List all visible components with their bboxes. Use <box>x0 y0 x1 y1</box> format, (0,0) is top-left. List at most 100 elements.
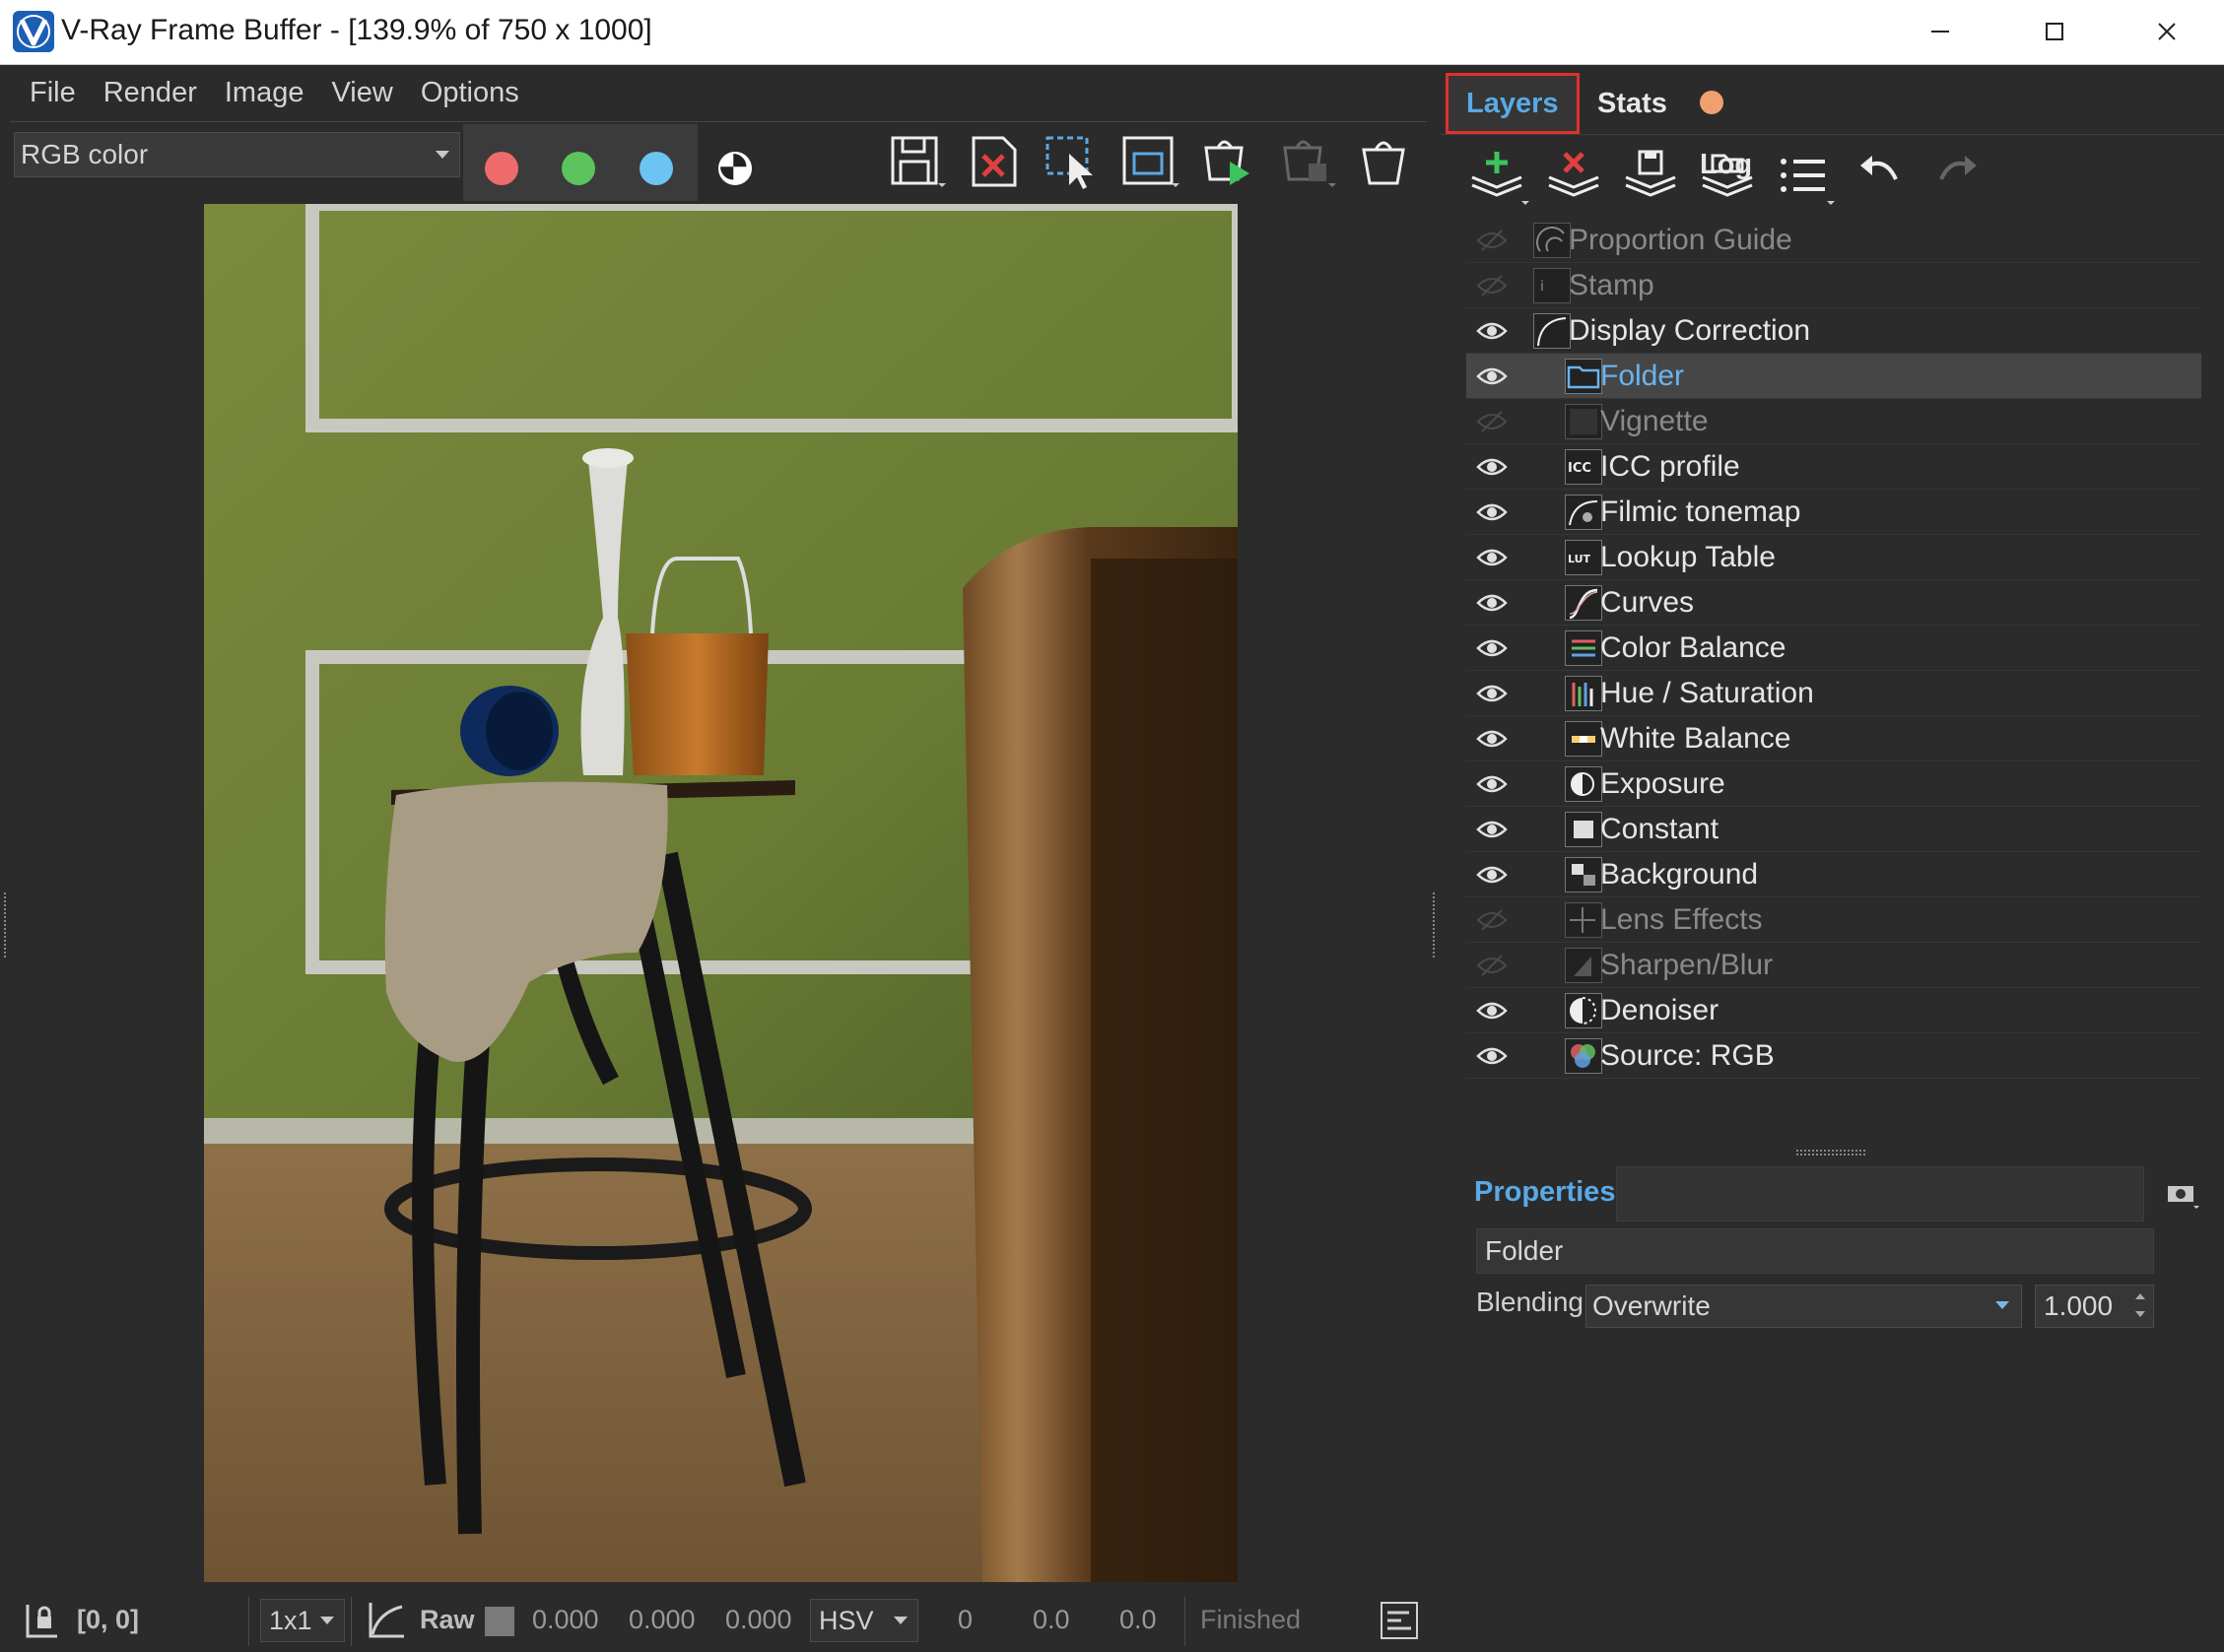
maximize-button[interactable] <box>1997 0 2112 63</box>
color-mode-label[interactable]: Raw <box>420 1605 475 1635</box>
add-layer-icon[interactable] <box>1462 142 1531 211</box>
pane-splitter-handle[interactable] <box>1433 892 1437 958</box>
stop-render-icon[interactable] <box>1275 132 1338 191</box>
render-image-content <box>204 204 1238 1582</box>
eye-icon[interactable] <box>1476 363 1508 390</box>
curve-toggle-icon[interactable] <box>365 1599 408 1649</box>
colorspace-dropdown[interactable]: HSV <box>810 1599 918 1642</box>
lock-coords-icon[interactable] <box>22 1601 61 1647</box>
save-image-icon[interactable] <box>885 132 948 191</box>
layer-row[interactable]: Denoiser <box>1466 988 2201 1033</box>
layer-row[interactable]: ICC ICC profile <box>1466 444 2201 490</box>
layer-name-field[interactable]: Folder <box>1476 1228 2154 1274</box>
hue-saturation-icon <box>1565 676 1602 711</box>
render-status: Finished <box>1200 1605 1302 1634</box>
green-channel-button[interactable] <box>562 152 595 185</box>
eye-hidden-icon[interactable] <box>1476 408 1508 435</box>
eye-icon[interactable] <box>1476 589 1508 617</box>
properties-header: Properties <box>1462 1166 2217 1222</box>
layer-row[interactable]: Proportion Guide <box>1466 218 2201 263</box>
camera-icon[interactable] <box>2164 1176 2199 1212</box>
alpha-channel-icon[interactable] <box>718 152 752 185</box>
eye-hidden-icon[interactable] <box>1476 272 1508 299</box>
layer-row[interactable]: Hue / Saturation <box>1466 671 2201 716</box>
red-channel-button[interactable] <box>485 152 518 185</box>
clear-image-icon[interactable] <box>964 132 1027 191</box>
eye-hidden-icon[interactable] <box>1476 906 1508 934</box>
layer-row[interactable]: Background <box>1466 852 2201 897</box>
layer-row[interactable]: Filmic tonemap <box>1466 490 2201 535</box>
properties-header-bar <box>1616 1166 2144 1222</box>
menu-render[interactable]: Render <box>90 65 211 120</box>
spin-down-icon[interactable] <box>2135 1311 2145 1317</box>
layer-row[interactable]: Constant <box>1466 807 2201 852</box>
opacity-spinbox[interactable]: 1.000 <box>2035 1285 2154 1328</box>
eye-hidden-icon[interactable] <box>1476 952 1508 979</box>
eye-icon[interactable] <box>1476 725 1508 753</box>
spin-up-icon[interactable] <box>2135 1293 2145 1299</box>
exposure-icon <box>1565 766 1602 802</box>
eye-icon[interactable] <box>1476 997 1508 1024</box>
render-image[interactable] <box>204 204 1238 1582</box>
menu-options[interactable]: Options <box>407 65 533 120</box>
eye-icon[interactable] <box>1476 544 1508 571</box>
eye-icon[interactable] <box>1476 680 1508 707</box>
tab-log[interactable]: Log <box>1682 73 1770 180</box>
menu-image[interactable]: Image <box>211 65 318 120</box>
tab-layers[interactable]: Layers <box>1446 73 1580 134</box>
layer-presets-icon[interactable] <box>1770 142 1839 211</box>
layer-row[interactable]: Sharpen/Blur <box>1466 943 2201 988</box>
layer-row[interactable]: Exposure <box>1466 761 2201 807</box>
eye-icon[interactable] <box>1476 317 1508 345</box>
left-splitter-handle[interactable] <box>4 892 8 958</box>
minimize-button[interactable] <box>1883 0 1997 63</box>
layer-row[interactable]: Source: RGB <box>1466 1033 2201 1079</box>
load-layers-icon[interactable] <box>1693 142 1762 211</box>
eye-icon[interactable] <box>1476 634 1508 662</box>
eye-icon[interactable] <box>1476 498 1508 526</box>
layer-name: Display Correction <box>1569 314 1811 347</box>
chevron-down-icon <box>320 1617 334 1624</box>
layer-row[interactable]: Curves <box>1466 580 2201 626</box>
delete-layer-icon[interactable] <box>1539 142 1608 211</box>
layer-name: ICC profile <box>1600 450 1740 483</box>
redo-icon[interactable] <box>1921 142 1990 211</box>
layer-row[interactable]: White Balance <box>1466 716 2201 761</box>
menu-view[interactable]: View <box>317 65 406 120</box>
blue-channel-button[interactable] <box>640 152 673 185</box>
layer-row[interactable]: Lens Effects <box>1466 897 2201 943</box>
layer-name: Vignette <box>1600 405 1709 437</box>
layer-name: Color Balance <box>1600 631 1786 664</box>
region-select-icon[interactable] <box>1118 132 1181 191</box>
eye-icon[interactable] <box>1476 816 1508 843</box>
layer-row[interactable]: Vignette <box>1466 399 2201 444</box>
start-render-icon[interactable] <box>1196 132 1259 191</box>
channel-dropdown[interactable]: RGB color <box>14 132 460 177</box>
layer-row[interactable]: Folder <box>1466 354 2201 399</box>
blending-label: Blending <box>1476 1287 1584 1317</box>
layer-row[interactable]: LUT Lookup Table <box>1466 535 2201 580</box>
sampling-dropdown[interactable]: 1x1 <box>260 1599 345 1642</box>
close-button[interactable] <box>2110 0 2224 63</box>
tab-stats[interactable]: Stats <box>1580 73 1685 134</box>
layer-row[interactable]: i Stamp <box>1466 263 2201 308</box>
layer-name: Hue / Saturation <box>1600 677 1814 709</box>
eye-icon[interactable] <box>1476 861 1508 889</box>
undo-icon[interactable] <box>1847 142 1916 211</box>
menu-bar: File Render Image View Options <box>0 65 1437 120</box>
menu-file[interactable]: File <box>16 65 90 120</box>
red-value: 0.000 <box>532 1605 599 1634</box>
eye-icon[interactable] <box>1476 770 1508 798</box>
blending-dropdown[interactable]: Overwrite <box>1585 1285 2022 1328</box>
history-panel-icon[interactable] <box>1380 1601 1419 1647</box>
render-teapot-icon[interactable] <box>1354 132 1417 191</box>
eye-hidden-icon[interactable] <box>1476 227 1508 254</box>
properties-splitter-handle[interactable] <box>1796 1150 1865 1156</box>
eye-icon[interactable] <box>1476 1042 1508 1070</box>
save-layers-icon[interactable] <box>1616 142 1685 211</box>
region-render-icon[interactable] <box>1042 132 1105 191</box>
eye-icon[interactable] <box>1476 453 1508 481</box>
layer-row[interactable]: Color Balance <box>1466 626 2201 671</box>
layer-row[interactable]: Display Correction <box>1466 308 2201 354</box>
layer-name: White Balance <box>1600 722 1791 755</box>
